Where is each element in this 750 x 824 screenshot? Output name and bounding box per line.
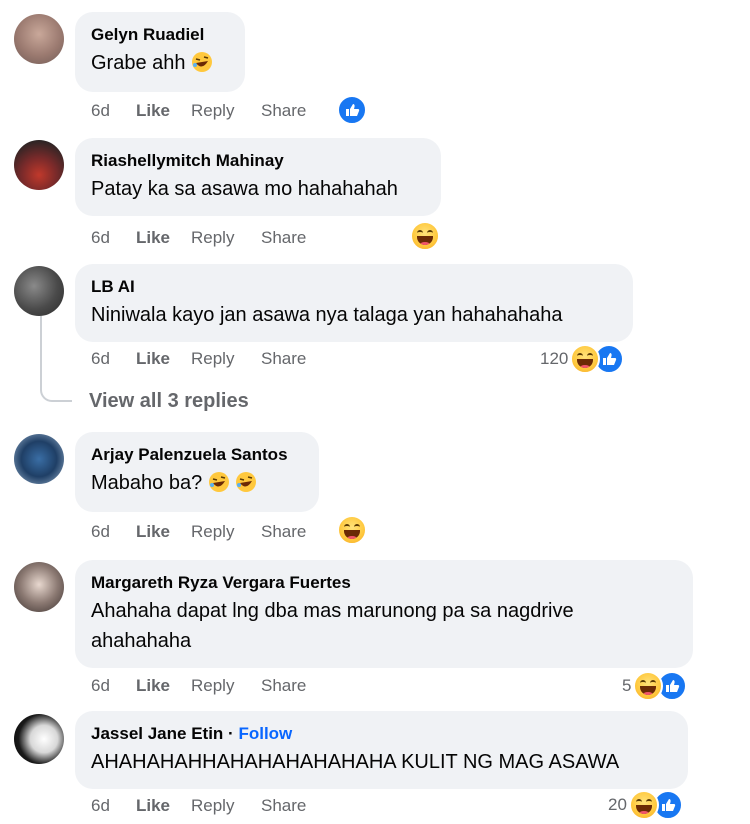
like-button[interactable]: Like bbox=[136, 227, 191, 249]
timestamp[interactable]: 6d bbox=[91, 795, 136, 817]
reply-button[interactable]: Reply bbox=[191, 521, 261, 543]
comment-text: Grabe ahh bbox=[91, 52, 186, 74]
avatar[interactable] bbox=[14, 14, 64, 64]
like-button[interactable]: Like bbox=[136, 348, 191, 370]
rofl-emoji-icon bbox=[208, 472, 229, 492]
reaction-count: 120 bbox=[540, 349, 569, 368]
reactions[interactable] bbox=[410, 221, 440, 251]
comment-text-line: Ahahaha dapat lng dba mas marunong pa sa… bbox=[91, 600, 574, 622]
share-button[interactable]: Share bbox=[261, 227, 306, 249]
avatar[interactable] bbox=[14, 562, 64, 612]
reactions[interactable]: 5 bbox=[622, 671, 688, 701]
comment-actions: 6d Like Reply Share bbox=[91, 227, 306, 249]
comment-text: Mabaho ba? bbox=[91, 472, 203, 494]
haha-icon bbox=[628, 790, 659, 820]
comment-author[interactable]: Margareth Ryza Vergara Fuertes bbox=[91, 572, 677, 594]
reactions[interactable] bbox=[337, 515, 367, 545]
avatar[interactable] bbox=[14, 266, 64, 316]
reply-button[interactable]: Reply bbox=[191, 100, 261, 122]
haha-icon bbox=[633, 671, 664, 701]
comment-bubble: LB AI Niniwala kayo jan asawa nya talaga… bbox=[75, 264, 633, 342]
thread-connector bbox=[40, 316, 72, 402]
like-button[interactable]: Like bbox=[136, 521, 191, 543]
timestamp[interactable]: 6d bbox=[91, 100, 136, 122]
timestamp[interactable]: 6d bbox=[91, 348, 136, 370]
like-button[interactable]: Like bbox=[136, 795, 191, 817]
share-button[interactable]: Share bbox=[261, 521, 306, 543]
share-button[interactable]: Share bbox=[261, 100, 306, 122]
share-button[interactable]: Share bbox=[261, 348, 306, 370]
comment-bubble: Arjay Palenzuela Santos Mabaho ba? bbox=[75, 432, 319, 512]
comment-author[interactable]: Gelyn Ruadiel bbox=[91, 24, 229, 46]
reactions[interactable]: 120 bbox=[540, 344, 625, 374]
rofl-emoji-icon bbox=[192, 52, 213, 72]
comment-text: Niniwala kayo jan asawa nya talaga yan h… bbox=[91, 304, 563, 326]
follow-button[interactable]: Follow bbox=[238, 724, 292, 743]
reply-button[interactable]: Reply bbox=[191, 227, 261, 249]
comment-bubble: Jassel Jane Etin · Follow AHAHAHAHHAHAHA… bbox=[75, 711, 688, 789]
comment-author[interactable]: Arjay Palenzuela Santos bbox=[91, 444, 303, 466]
reply-button[interactable]: Reply bbox=[191, 348, 261, 370]
timestamp[interactable]: 6d bbox=[91, 227, 136, 249]
comment-text: Ahahaha dapat lng dba mas marunong pa sa… bbox=[91, 596, 677, 656]
reaction-count: 20 bbox=[608, 795, 627, 814]
comment-bubble: Gelyn Ruadiel Grabe ahh bbox=[75, 12, 245, 92]
comment-text-row: Mabaho ba? bbox=[91, 468, 303, 498]
like-icon bbox=[337, 95, 367, 125]
avatar[interactable] bbox=[14, 140, 64, 190]
rofl-emoji-icon bbox=[236, 472, 257, 492]
comment-actions: 6d Like Reply Share bbox=[91, 100, 306, 122]
comment-author[interactable]: Jassel Jane Etin bbox=[91, 724, 223, 743]
avatar[interactable] bbox=[14, 714, 64, 764]
comment-text-line: ahahahaha bbox=[91, 630, 192, 652]
like-button[interactable]: Like bbox=[136, 675, 191, 697]
comment-text: Patay ka sa asawa mo hahahahah bbox=[91, 178, 398, 200]
haha-icon bbox=[337, 515, 367, 545]
like-button[interactable]: Like bbox=[136, 100, 191, 122]
comment-actions: 6d Like Reply Share bbox=[91, 795, 306, 817]
timestamp[interactable]: 6d bbox=[91, 675, 136, 697]
reply-button[interactable]: Reply bbox=[191, 795, 261, 817]
comment-text: AHAHAHAHHAHAHAHAHAHAHA KULIT NG MAG ASAW… bbox=[91, 751, 620, 773]
reactions[interactable] bbox=[337, 95, 367, 125]
reaction-count: 5 bbox=[622, 676, 632, 695]
haha-icon bbox=[570, 344, 601, 374]
comment-author-row: Jassel Jane Etin · Follow bbox=[91, 723, 672, 745]
reply-button[interactable]: Reply bbox=[191, 675, 261, 697]
avatar[interactable] bbox=[14, 434, 64, 484]
haha-icon bbox=[410, 221, 440, 251]
comment-actions: 6d Like Reply Share bbox=[91, 675, 306, 697]
comment-bubble: Margareth Ryza Vergara Fuertes Ahahaha d… bbox=[75, 560, 693, 668]
view-all-replies-link[interactable]: View all 3 replies bbox=[89, 390, 249, 413]
share-button[interactable]: Share bbox=[261, 795, 306, 817]
separator: · bbox=[228, 724, 234, 743]
comment-author[interactable]: LB AI bbox=[91, 276, 617, 298]
comment-actions: 6d Like Reply Share bbox=[91, 348, 306, 370]
comment-actions: 6d Like Reply Share bbox=[91, 521, 306, 543]
comment-bubble: Riashellymitch Mahinay Patay ka sa asawa… bbox=[75, 138, 441, 216]
timestamp[interactable]: 6d bbox=[91, 521, 136, 543]
comment-text-row: Grabe ahh bbox=[91, 48, 229, 78]
reactions[interactable]: 20 bbox=[608, 790, 683, 820]
comment-author[interactable]: Riashellymitch Mahinay bbox=[91, 150, 425, 172]
share-button[interactable]: Share bbox=[261, 675, 306, 697]
